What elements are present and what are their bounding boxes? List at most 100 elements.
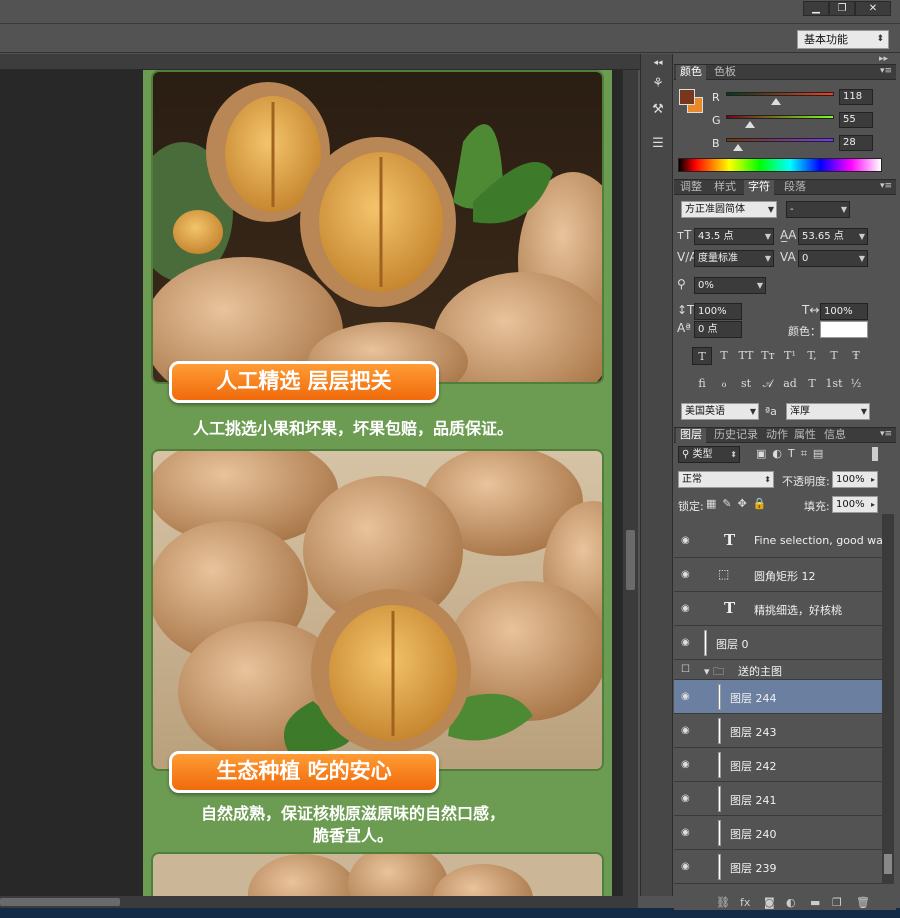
document-canvas[interactable]: 人工精选 层层把关 人工挑选小果和坏果，坏果包赔，品质保证。 生态种植 吃的安心… — [143, 70, 612, 896]
eye-icon[interactable]: ◉ — [681, 760, 693, 770]
leading-field[interactable]: 53.65 点 ▼ — [798, 228, 868, 245]
close-button[interactable]: ✕ — [855, 1, 891, 16]
opentype-button-2[interactable]: st — [736, 375, 756, 393]
style-button-0[interactable]: T — [692, 347, 712, 365]
blue-value-field[interactable]: 28 — [839, 135, 873, 151]
opentype-button-4[interactable]: ad — [780, 375, 800, 393]
eye-icon[interactable]: ◉ — [681, 638, 693, 648]
trash-icon[interactable]: 🗑 — [856, 896, 870, 909]
tsume-select[interactable]: 0% ▼ — [694, 277, 766, 294]
tab-history[interactable]: 历史记录 — [710, 428, 762, 443]
tab-styles[interactable]: 样式 — [710, 180, 740, 195]
eye-icon[interactable]: ◉ — [681, 726, 693, 736]
font-size-field[interactable]: 43.5 点 ▼ — [694, 228, 774, 245]
opacity-field[interactable]: 100% ▸ — [832, 471, 878, 488]
eye-icon[interactable]: ◉ — [681, 536, 693, 546]
layers-scroll-thumb[interactable] — [884, 854, 892, 874]
layer-row[interactable]: ◉ 图层 0 — [674, 626, 882, 660]
visibility-checkbox[interactable]: ☐ — [681, 665, 693, 675]
style-button-1[interactable]: T — [714, 347, 734, 365]
color-spectrum-ramp[interactable] — [678, 158, 882, 172]
foreground-color-swatch[interactable] — [679, 89, 695, 105]
collapse-arrows-icon[interactable]: ◂◂ — [646, 58, 670, 68]
link-layers-icon[interactable]: ⛓ — [716, 896, 730, 909]
font-style-select[interactable]: - ▼ — [786, 201, 850, 218]
eye-icon[interactable]: ◉ — [681, 794, 693, 804]
opentype-button-6[interactable]: 1st — [824, 375, 844, 393]
eye-icon[interactable]: ◉ — [681, 692, 693, 702]
layer-group-row[interactable]: ☐ ▾ 🗀 送的主图 — [674, 660, 882, 680]
green-value-field[interactable]: 55 — [839, 112, 873, 128]
restore-button[interactable]: ❐ — [829, 1, 855, 16]
layer-row[interactable]: ◉ 图层 243 — [674, 714, 882, 748]
canvas-horizontal-scrollbar[interactable] — [0, 896, 638, 908]
blue-slider-thumb[interactable] — [732, 144, 743, 151]
baseline-shift-field[interactable]: 0 点 — [694, 321, 742, 338]
filter-toggle-icon[interactable] — [872, 447, 878, 461]
tab-swatches[interactable]: 色板 — [710, 65, 740, 80]
kerning-select[interactable]: 度量标准 ▼ — [694, 250, 774, 267]
opentype-button-3[interactable]: 𝒜 — [758, 375, 778, 393]
layer-row[interactable]: ◉ 图层 241 — [674, 782, 882, 816]
style-button-6[interactable]: T — [824, 347, 844, 365]
layers-scrollbar[interactable] — [882, 514, 894, 884]
tab-paragraph[interactable]: 段落 — [780, 180, 810, 195]
tab-info[interactable]: 信息 — [820, 428, 850, 443]
font-family-select[interactable]: 方正准圆简体 ▼ — [681, 201, 777, 218]
red-slider-thumb[interactable] — [770, 98, 781, 105]
horizontal-scroll-thumb[interactable] — [0, 898, 120, 906]
tracking-select[interactable]: 0 ▼ — [798, 250, 868, 267]
green-slider[interactable] — [726, 115, 834, 119]
eye-icon[interactable]: ◉ — [681, 862, 693, 872]
workspace-dropdown[interactable]: 基本功能 ⬍ — [797, 30, 889, 49]
layer-row[interactable]: ◉ ⬚ 圆角矩形 12 — [674, 558, 882, 592]
style-button-2[interactable]: TT — [736, 347, 756, 365]
opentype-button-5[interactable]: T — [802, 375, 822, 393]
paragraph-styles-icon[interactable]: ☰ — [646, 134, 670, 154]
vertical-scale-field[interactable]: 100% — [694, 303, 742, 320]
new-group-icon[interactable]: ▬ — [810, 896, 820, 909]
red-slider[interactable] — [726, 92, 834, 96]
minimize-button[interactable]: ▁ — [803, 1, 829, 16]
style-button-4[interactable]: T¹ — [780, 347, 800, 365]
text-color-swatch[interactable] — [820, 321, 868, 338]
opentype-button-0[interactable]: ﬁ — [692, 375, 712, 393]
tab-adjustments[interactable]: 调整 — [676, 180, 706, 195]
style-button-7[interactable]: Ŧ — [846, 347, 866, 365]
canvas-vertical-scrollbar[interactable] — [622, 70, 638, 896]
layer-row[interactable]: ◉ T Fine selection, good wal... — [674, 524, 882, 558]
add-mask-icon[interactable]: ◙ — [764, 896, 775, 909]
tab-character[interactable]: 字符 — [744, 180, 774, 195]
tab-actions[interactable]: 动作 — [762, 428, 792, 443]
opentype-button-1[interactable]: ℴ — [714, 375, 734, 393]
layer-filter-select[interactable]: ⚲ 类型 ⬍ — [678, 446, 740, 463]
lock-icons[interactable]: ▦✎✥🔒 — [706, 497, 773, 510]
eye-icon[interactable]: ◉ — [681, 828, 693, 838]
panel-collapse-icon[interactable]: ▸▸ — [879, 54, 888, 64]
language-select[interactable]: 美国英语 ▼ — [681, 403, 759, 420]
tool-presets-icon[interactable]: ⚒ — [646, 100, 670, 120]
panel-menu-icon[interactable]: ▾≡ — [880, 429, 892, 439]
horizontal-scale-field[interactable]: 100% — [820, 303, 868, 320]
layer-filter-icons[interactable]: ▣◐T⌗▤ — [756, 447, 829, 461]
blend-mode-select[interactable]: 正常 ⬍ — [678, 471, 774, 488]
panel-menu-icon[interactable]: ▾≡ — [880, 66, 892, 76]
eye-icon[interactable]: ◉ — [681, 604, 693, 614]
layer-row[interactable]: ◉ 图层 244 — [674, 680, 882, 714]
style-button-5[interactable]: T, — [802, 347, 822, 365]
layer-row[interactable]: ◉ 图层 242 — [674, 748, 882, 782]
new-layer-icon[interactable]: ❐ — [832, 896, 842, 909]
layer-row[interactable]: ◉ 图层 240 — [674, 816, 882, 850]
fill-field[interactable]: 100% ▸ — [832, 496, 878, 513]
blue-slider[interactable] — [726, 138, 834, 142]
canvas-area[interactable]: 人工精选 层层把关 人工挑选小果和坏果，坏果包赔，品质保证。 生态种植 吃的安心… — [0, 70, 622, 896]
vertical-scroll-thumb[interactable] — [626, 530, 635, 590]
eye-icon[interactable]: ◉ — [681, 570, 693, 580]
tab-layers[interactable]: 图层 — [676, 428, 706, 443]
tab-properties[interactable]: 属性 — [790, 428, 820, 443]
red-value-field[interactable]: 118 — [839, 89, 873, 105]
brush-presets-icon[interactable]: ⚘ — [646, 74, 670, 94]
adjustment-layer-icon[interactable]: ◐ — [786, 896, 796, 909]
tab-color[interactable]: 颜色 — [676, 65, 706, 80]
style-button-3[interactable]: Tт — [758, 347, 778, 365]
